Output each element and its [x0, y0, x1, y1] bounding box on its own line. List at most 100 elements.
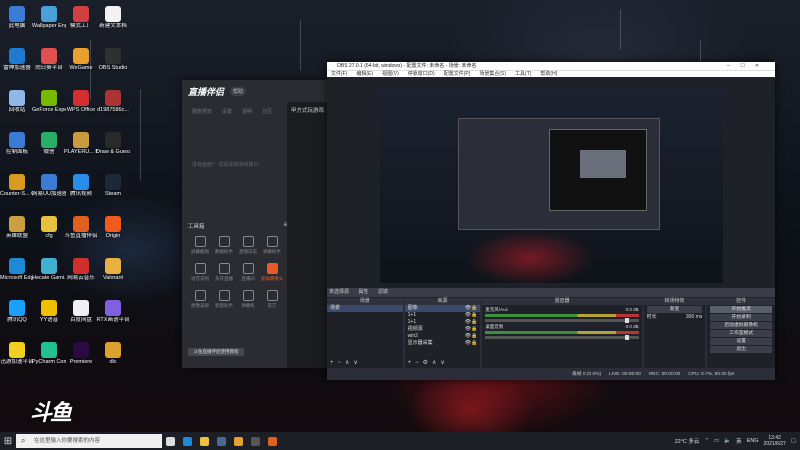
desktop-icon[interactable]: 网易UU加速器: [32, 174, 66, 208]
desktop-icon[interactable]: cfg: [32, 216, 66, 250]
desktop-icon[interactable]: 雷神加速器: [0, 48, 34, 82]
desktop-icon[interactable]: 腾讯视频: [64, 174, 98, 208]
properties-button[interactable]: 属性: [358, 289, 368, 295]
tab-category[interactable]: 分区: [262, 108, 272, 115]
visibility-lock-icon[interactable]: 👁🔒: [465, 326, 478, 333]
tool-item[interactable]: 直播间: [236, 263, 260, 282]
desktop-icon[interactable]: PLAYERU... BATTLEGR...: [64, 132, 98, 166]
control-button[interactable]: 设置: [710, 338, 772, 345]
scene-item[interactable]: 场景: [327, 305, 403, 312]
desktop-icon[interactable]: Premiere: [64, 342, 98, 376]
volume-slider[interactable]: [485, 335, 639, 340]
desktop-icon[interactable]: Microsoft Edge: [0, 258, 34, 292]
tool-item[interactable]: 语音识别: [188, 263, 212, 282]
taskbar-app-explorer[interactable]: [196, 432, 213, 450]
desktop-icon[interactable]: OBS Studio: [96, 48, 130, 82]
desktop-icon[interactable]: 微信: [32, 132, 66, 166]
tab-preview[interactable]: 图像预览: [192, 108, 212, 115]
volume-slider[interactable]: [485, 318, 639, 323]
tool-item[interactable]: 弹幕助手: [260, 236, 284, 255]
volume-slider-handle[interactable]: [624, 318, 629, 323]
desktop-icon[interactable]: 迅游加速平台: [0, 342, 34, 376]
desktop-icon[interactable]: dlc: [96, 342, 130, 376]
desktop-icon[interactable]: 斗鱼直播伴侣: [64, 216, 98, 250]
control-button[interactable]: 工作室模式: [710, 330, 772, 337]
desktop-icon[interactable]: Valorant: [96, 258, 130, 292]
desktop-icon[interactable]: Steam: [96, 174, 130, 208]
help-button[interactable]: 帮助: [230, 86, 247, 96]
source-item[interactable]: 视频源 👁🔒: [405, 326, 481, 333]
window-controls[interactable]: ─☐✕: [727, 62, 769, 70]
clock[interactable]: 13:42 2021/6/27: [764, 435, 786, 447]
language-indicator[interactable]: ENG: [747, 438, 759, 444]
desktop-icon[interactable]: 模式工厂: [64, 6, 98, 40]
network-icon[interactable]: ▭: [714, 438, 719, 444]
tab-settings[interactable]: 设置: [222, 108, 232, 115]
tray-chevron-icon[interactable]: ⌃: [704, 438, 709, 444]
control-button[interactable]: 启动虚拟摄像机: [710, 322, 772, 329]
taskbar-app-edge[interactable]: [179, 432, 196, 450]
tool-item[interactable]: 屏幕截图: [188, 236, 212, 255]
ime-indicator[interactable]: 英: [736, 437, 742, 445]
desktop-icon[interactable]: WPS Office: [64, 90, 98, 124]
tool-item[interactable]: 其它: [260, 290, 284, 309]
volume-icon[interactable]: 🔈: [724, 438, 731, 444]
desktop-icon[interactable]: 百度网盘: [64, 300, 98, 334]
control-button[interactable]: 退出: [710, 346, 772, 353]
visibility-lock-icon[interactable]: 👁🔒: [465, 340, 478, 347]
desktop-icon[interactable]: 新建文本档: [96, 6, 130, 40]
source-item[interactable]: 图像 👁🔒: [404, 305, 481, 312]
desktop-icon[interactable]: 向日葵平台: [32, 48, 66, 82]
source-item[interactable]: 1+1 👁🔒: [405, 312, 481, 319]
tab-info[interactable]: 说明: [242, 108, 252, 115]
weather-text[interactable]: 22°C 多云: [675, 437, 700, 445]
windows-start-icon[interactable]: ⊞: [0, 436, 16, 447]
desktop-icon[interactable]: Hecate Gami...: [32, 258, 66, 292]
source-item[interactable]: win2 👁🔒: [405, 333, 481, 340]
visibility-lock-icon[interactable]: 👁🔒: [465, 333, 478, 340]
tool-item[interactable]: 智能助手: [212, 290, 236, 309]
sources-toolbar[interactable]: +−⚙∧∨: [408, 359, 449, 366]
desktop-icon[interactable]: Counter-S... Global Off...: [0, 174, 34, 208]
desktop-icon[interactable]: 回收站: [0, 90, 34, 124]
taskbar-app-douyu[interactable]: [264, 432, 281, 450]
visibility-lock-icon[interactable]: 👁🔒: [465, 305, 478, 312]
desktop-icon[interactable]: 英雄联盟: [0, 216, 34, 250]
visibility-lock-icon[interactable]: 👁🔒: [465, 319, 478, 326]
desktop-icon[interactable]: WeGame: [64, 48, 98, 82]
tool-item[interactable]: 数据助手: [212, 236, 236, 255]
desktop-icon[interactable]: Draw & Guess: [96, 132, 130, 166]
tool-item[interactable]: 图像美颜: [188, 290, 212, 309]
desktop-icon[interactable]: Wallpaper Engine:...: [32, 6, 66, 40]
visibility-lock-icon[interactable]: 👁🔒: [465, 312, 478, 319]
taskbar-app-wegame[interactable]: [230, 432, 247, 450]
desktop-icon[interactable]: 腾讯QQ: [0, 300, 34, 334]
scenes-toolbar[interactable]: +−∧∨: [330, 359, 362, 366]
notification-icon[interactable]: ▢: [791, 438, 796, 444]
tutorial-button[interactable]: 斗鱼直播伴侣使用教程: [188, 348, 244, 356]
transition-select[interactable]: 渐变: [646, 306, 703, 313]
tool-item[interactable]: 虚拟摄像头: [260, 263, 284, 282]
tool-item[interactable]: 弹幕机: [236, 290, 260, 309]
desktop-icon[interactable]: PyCharm Communit...: [32, 342, 66, 376]
desktop-icon[interactable]: Origin: [96, 216, 130, 250]
control-button[interactable]: 开始推流: [710, 306, 772, 313]
desktop-icon[interactable]: RTX画语平台: [96, 300, 130, 334]
source-item[interactable]: 1+1 👁🔒: [405, 319, 481, 326]
desktop-icon[interactable]: GeForce Experience: [32, 90, 66, 124]
source-item[interactable]: 显示器采集 👁🔒: [405, 340, 481, 347]
desktop-icon[interactable]: 控制面板: [0, 132, 34, 166]
taskbar-app-obs[interactable]: [247, 432, 264, 450]
tool-item[interactable]: 多开直播: [212, 263, 236, 282]
desktop-icon[interactable]: d1987586c...: [96, 90, 130, 124]
tool-item[interactable]: 直播日志: [236, 236, 260, 255]
taskbar-search-input[interactable]: 在这里输入你要搜索的内容: [16, 434, 162, 448]
taskbar-app-task-view[interactable]: [162, 432, 179, 450]
desktop-icon[interactable]: YY语音: [32, 300, 66, 334]
duration-input[interactable]: 300 ms: [686, 314, 702, 321]
volume-slider-handle[interactable]: [624, 335, 629, 340]
desktop-icon[interactable]: 此电脑: [0, 6, 34, 40]
filters-button[interactable]: 滤镜: [378, 289, 388, 295]
taskbar-app-steam[interactable]: [213, 432, 230, 450]
control-button[interactable]: 开始录制: [710, 314, 772, 321]
